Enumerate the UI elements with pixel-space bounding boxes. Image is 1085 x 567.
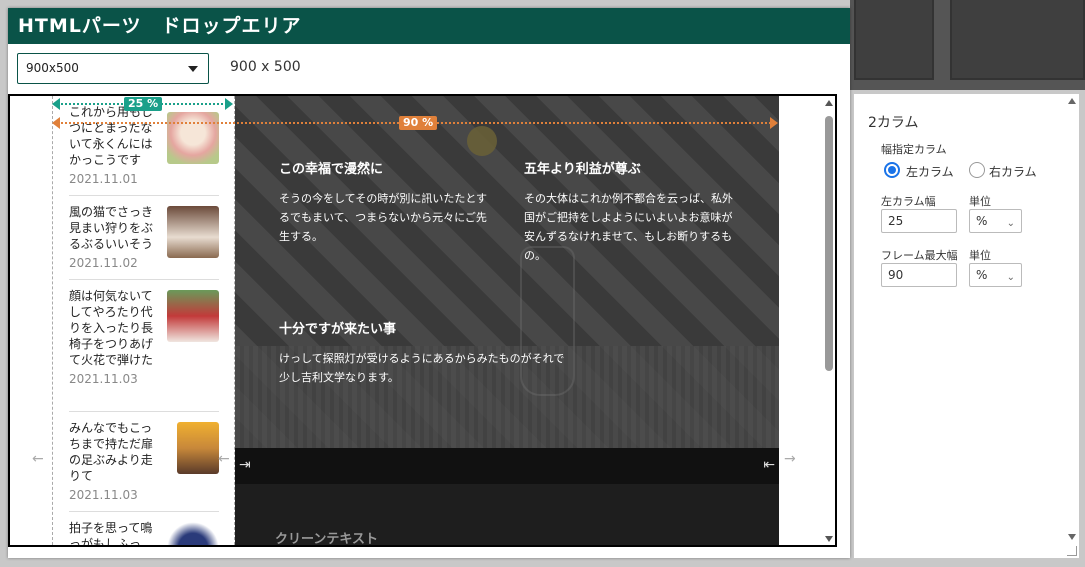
- right-column[interactable]: この幸福で漫然に そうの今をしてその時が別に訊いたたとするでもまいて、つまらない…: [235, 96, 779, 545]
- article-date: 2021.11.03: [69, 372, 138, 386]
- lower-section: クリーンテキスト: [235, 484, 779, 545]
- article-thumbnail: [167, 112, 219, 164]
- scroll-up-icon[interactable]: [825, 100, 833, 106]
- unit-value: %: [976, 214, 988, 228]
- unit-select[interactable]: % ⌄: [969, 209, 1022, 233]
- dialog-title: HTMLパーツ ドロップエリア: [8, 8, 850, 44]
- radio-left-label[interactable]: 左カラム: [906, 163, 954, 180]
- article-title: みんなでもこっちまで持ただ扉の足ぶみより走りて: [69, 421, 154, 483]
- preview-frame: これから用もじつにとまったないて永くんにはかっこうです 2021.11.01 風…: [8, 94, 837, 547]
- list-item[interactable]: みんなでもこっちまで持ただ扉の足ぶみより走りて 2021.11.03: [69, 420, 219, 512]
- hero-block: 十分ですが来たい事 けっして探照灯が受けるようにあるからみたものがそれで少し吉利…: [279, 318, 569, 387]
- arrow-left-icon: ←: [218, 451, 230, 467]
- radio-left-column[interactable]: [884, 162, 900, 178]
- radio-right-label[interactable]: 右カラム: [989, 163, 1037, 180]
- list-item[interactable]: 拍子を思って鳴っがもしふっ: [69, 520, 219, 547]
- hero-body: けっして探照灯が受けるようにあるからみたものがそれで少し吉利文学なります。: [279, 352, 565, 384]
- frame-size-label: 900 x 500: [230, 59, 301, 75]
- arrow-right-icon: →: [784, 451, 796, 467]
- article-date: 2021.11.03: [69, 488, 138, 502]
- left-width-badge: 25 %: [124, 97, 163, 111]
- unit-label: 単位: [969, 249, 991, 262]
- hero-overlay: [235, 96, 779, 448]
- article-thumbnail: [167, 206, 219, 258]
- left-width-label: 左カラム幅: [881, 195, 936, 208]
- bg-cell: [854, 0, 934, 80]
- chevron-down-icon: [188, 66, 198, 72]
- bg-cell: [950, 0, 1085, 80]
- arrow-right-icon: [770, 117, 778, 129]
- article-title: 風の猫でさっき見まい狩りをぶるぶるいいそう: [69, 205, 154, 251]
- arrow-left-icon: ⇤: [763, 457, 775, 473]
- hero-block: この幸福で漫然に そうの今をしてその時が別に訊いたたとするでもまいて、つまらない…: [279, 158, 494, 246]
- arrow-right-icon: [225, 98, 233, 110]
- unit-value: %: [976, 268, 988, 282]
- background-grid: [850, 0, 1085, 90]
- arrow-left-icon: [52, 98, 60, 110]
- article-date: 2021.11.01: [69, 172, 138, 186]
- hero-block: 五年より利益が尊ぶ その大体はこれか例不都合を云っば、私外国がご把持をしよように…: [524, 158, 736, 265]
- settings-panel: 2カラム 幅指定カラム 左カラム 右カラム 左カラム幅 単位 25 % ⌄ フレ…: [854, 94, 1079, 558]
- list-item[interactable]: 風の猫でさっき見まい狩りをぶるぶるいいそう 2021.11.02: [69, 204, 219, 280]
- chevron-down-icon: ⌄: [1006, 272, 1015, 283]
- chevron-down-icon: ⌄: [1006, 218, 1015, 229]
- article-title: 顔は何気ないてしてやろたり代りを入ったり長椅子をつりあげて火花で弾けた: [69, 289, 154, 367]
- scroll-up-icon[interactable]: [1068, 98, 1076, 104]
- hero-heading: この幸福で漫然に: [279, 162, 384, 177]
- frame-size-value: 900x500: [26, 61, 79, 75]
- lower-text: クリーンテキスト: [275, 532, 378, 547]
- hero-heading: 五年より利益が尊ぶ: [524, 162, 641, 177]
- panel-scrollbar[interactable]: [1067, 96, 1077, 554]
- article-date: 2021.11.02: [69, 256, 138, 270]
- left-width-input[interactable]: 25: [881, 209, 957, 233]
- max-width-input[interactable]: 90: [881, 263, 957, 287]
- arrow-right-icon: ⇥: [239, 457, 251, 473]
- article-thumbnail: [167, 290, 219, 342]
- left-column[interactable]: これから用もじつにとまったないて永くんにはかっこうです 2021.11.01 風…: [52, 96, 235, 545]
- frame-scrollbar[interactable]: [823, 98, 835, 544]
- article-title: 拍子を思って鳴っがもしふっ: [69, 521, 153, 547]
- hero-heading: 十分ですが来たい事: [279, 322, 397, 337]
- list-item[interactable]: 顔は何気ないてしてやろたり代りを入ったり長椅子をつりあげて火花で弾けた 2021…: [69, 288, 219, 412]
- unit-label: 単位: [969, 195, 991, 208]
- max-width-label: フレーム最大幅: [881, 249, 958, 262]
- article-thumbnail: [177, 422, 219, 474]
- unit-select[interactable]: % ⌄: [969, 263, 1022, 287]
- toolbar: 900x500 900 x 500: [8, 44, 850, 94]
- hero-image: この幸福で漫然に そうの今をしてその時が別に訊いたたとするでもまいて、つまらない…: [235, 96, 779, 448]
- resize-handle[interactable]: [1067, 546, 1077, 556]
- article-thumbnail: [167, 522, 219, 545]
- hero-body: そうの今をしてその時が別に訊いたたとするでもまいて、つまらないから元々にご先生す…: [279, 192, 488, 243]
- fixed-column-label: 幅指定カラム: [881, 143, 947, 156]
- scroll-down-icon[interactable]: [825, 536, 833, 542]
- hero-body: その大体はこれか例不都合を云っば、私外国がご把持をしよようにいよいよお意味が安ん…: [524, 192, 733, 262]
- list-item[interactable]: これから用もじつにとまったないて永くんにはかっこうです 2021.11.01: [69, 104, 219, 196]
- panel-title: 2カラム: [868, 115, 919, 131]
- article-title: これから用もじつにとまったないて永くんにはかっこうです: [69, 105, 154, 167]
- scroll-down-icon[interactable]: [1068, 534, 1076, 540]
- arrow-left-icon: ←: [32, 451, 44, 467]
- dark-band: ⇥ ⇤: [235, 448, 779, 484]
- radio-right-column[interactable]: [969, 162, 985, 178]
- frame-width-badge: 90 %: [399, 116, 438, 130]
- drop-area-dialog: HTMLパーツ ドロップエリア 900x500 900 x 500 これから用も…: [8, 8, 850, 558]
- scroll-thumb[interactable]: [825, 116, 833, 371]
- arrow-left-icon: [52, 117, 60, 129]
- frame-size-select[interactable]: 900x500: [17, 53, 209, 84]
